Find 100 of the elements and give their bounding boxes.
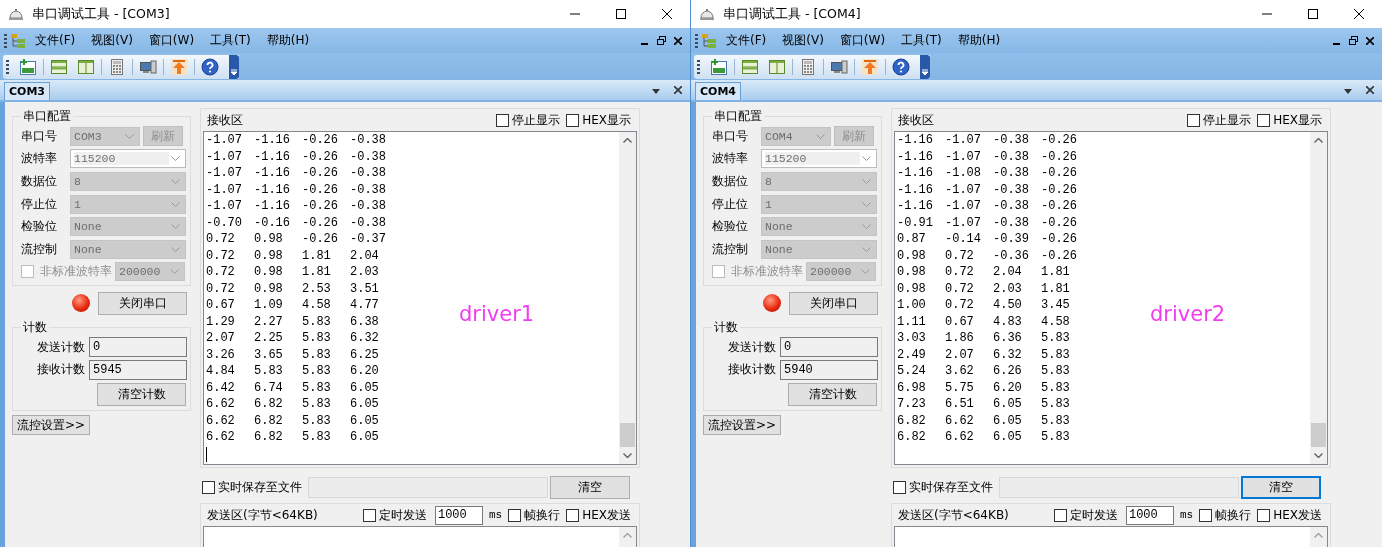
checkbox-label[interactable]: 停止显示 — [1203, 111, 1252, 129]
checkbox-label[interactable]: 停止显示 — [512, 111, 561, 129]
menu-item[interactable]: 窗口(W) — [833, 32, 892, 49]
window-title: 串口调试工具 - [COM3] — [32, 5, 170, 23]
checkbox-label[interactable]: 实时保存至文件 — [218, 478, 302, 496]
clear-count-button[interactable]: 清空计数 — [97, 382, 186, 406]
close-icon[interactable] — [674, 36, 682, 45]
menu-item[interactable]: 视图(V) — [85, 32, 139, 49]
group-title: 计数 — [713, 319, 739, 337]
field-label: 数据位 — [21, 173, 58, 190]
checkbox[interactable] — [1187, 113, 1201, 127]
clear-button[interactable]: 清空 — [550, 475, 630, 499]
clear-button[interactable]: 清空 — [1241, 475, 1321, 499]
scroll-up-icon[interactable] — [623, 138, 632, 143]
dropdown[interactable]: 115200 — [70, 149, 186, 169]
data-line: -1.16 -1.07 -0.38 -0.26 — [897, 132, 1077, 149]
checkbox-label[interactable]: HEX显示 — [1273, 111, 1322, 129]
data-line: 0.87 -0.14 -0.39 -0.26 — [897, 231, 1077, 248]
scroll-thumb[interactable] — [1311, 423, 1326, 447]
scroll-up-icon[interactable] — [1314, 138, 1323, 143]
tab[interactable]: COM4 — [695, 82, 742, 100]
group-title: 串口配置 — [713, 108, 763, 125]
scrollbar[interactable] — [1310, 132, 1327, 464]
unit-label: ms — [1179, 509, 1194, 521]
close-port-button[interactable]: 关闭串口 — [789, 291, 878, 315]
checkbox-label[interactable]: HEX发送 — [582, 506, 631, 524]
scrollbar[interactable] — [619, 132, 636, 464]
checkbox[interactable] — [893, 480, 906, 494]
checkbox-label[interactable]: HEX发送 — [1273, 506, 1322, 524]
data-line: 2.07 2.25 5.83 6.32 — [206, 330, 379, 347]
interval-field[interactable]: 1000 — [434, 505, 483, 525]
unit-label: ms — [488, 509, 503, 521]
restore-icon[interactable] — [1349, 36, 1358, 45]
scroll-down-icon[interactable] — [623, 453, 632, 458]
restore-icon[interactable] — [657, 36, 666, 45]
data-line: 6.82 6.62 6.05 5.83 — [897, 412, 1070, 429]
help-icon[interactable] — [889, 57, 913, 76]
checkbox[interactable] — [1257, 113, 1271, 127]
clear-count-button[interactable]: 清空计数 — [788, 382, 877, 406]
chevron-down-icon — [862, 224, 871, 230]
data-line: 0.98 0.72 2.04 1.81 — [897, 264, 1070, 281]
menu-item[interactable]: 工具(T) — [895, 32, 948, 49]
chevron-down-icon — [862, 156, 871, 162]
checkbox-label[interactable]: 帧换行 — [1215, 506, 1252, 524]
help-icon[interactable] — [198, 57, 222, 76]
scroll-thumb[interactable] — [620, 423, 635, 447]
menu-item[interactable]: 视图(V) — [776, 32, 830, 49]
menu-item[interactable]: 窗口(W) — [142, 32, 201, 49]
data-line: 3.26 3.65 5.83 6.25 — [206, 346, 379, 363]
data-line: -1.07 -1.16 -0.26 -0.38 — [206, 132, 386, 149]
checkbox-label[interactable]: 定时发送 — [1069, 506, 1118, 524]
menu-item[interactable]: 文件(F) — [720, 32, 773, 49]
close-icon[interactable] — [1366, 36, 1374, 45]
checkbox[interactable] — [496, 113, 510, 127]
dropdown-arrow-icon[interactable] — [652, 89, 660, 94]
overflow-icon[interactable] — [920, 54, 930, 79]
checkbox-label[interactable]: HEX显示 — [582, 111, 631, 129]
data-line: 6.42 6.74 5.83 6.05 — [206, 379, 379, 396]
checkbox[interactable] — [566, 113, 580, 127]
checkbox[interactable] — [566, 508, 580, 522]
checkbox[interactable] — [362, 508, 376, 522]
checkbox-label[interactable]: 定时发送 — [378, 506, 427, 524]
annotation-text: driver1 — [459, 302, 535, 326]
checkbox[interactable] — [1199, 508, 1213, 522]
checkbox[interactable] — [508, 508, 522, 522]
data-line: -0.70 -0.16 -0.26 -0.38 — [206, 214, 386, 231]
menu-item[interactable]: 帮助(H) — [951, 32, 1007, 49]
send-text-area[interactable] — [894, 526, 1328, 547]
checkbox[interactable] — [1257, 508, 1271, 522]
close-icon[interactable] — [674, 86, 682, 94]
tab[interactable]: COM3 — [4, 82, 51, 100]
overflow-icon[interactable] — [229, 54, 239, 79]
input-field[interactable]: 0 — [89, 337, 187, 358]
checkbox[interactable] — [1053, 508, 1067, 522]
field-label: 接收计数 — [727, 361, 776, 379]
interval-field[interactable]: 1000 — [1125, 505, 1174, 525]
send-text-area[interactable] — [203, 526, 637, 547]
flow-settings-button[interactable]: 流控设置>> — [703, 415, 781, 436]
checkbox-label[interactable]: 帧换行 — [524, 506, 561, 524]
annotation-text: driver2 — [1150, 302, 1226, 326]
field-label: 检验位 — [21, 218, 58, 236]
menu-item[interactable]: 帮助(H) — [260, 32, 316, 49]
data-line: 6.62 6.82 5.83 6.05 — [206, 412, 379, 429]
dropdown[interactable]: 115200 — [761, 149, 877, 169]
scroll-down-icon[interactable] — [1314, 453, 1323, 458]
data-line: -1.07 -1.16 -0.26 -0.38 — [206, 181, 386, 198]
scrollbar[interactable] — [1310, 527, 1327, 547]
menu-item[interactable]: 工具(T) — [204, 32, 257, 49]
data-line: 6.62 6.82 5.83 6.05 — [206, 429, 379, 446]
checkbox[interactable] — [202, 480, 215, 494]
close-icon[interactable] — [1366, 86, 1374, 94]
input-field[interactable]: 5940 — [780, 359, 878, 380]
dropdown-arrow-icon[interactable] — [1344, 89, 1352, 94]
close-port-button[interactable]: 关闭串口 — [98, 291, 187, 315]
input-field[interactable]: 0 — [780, 337, 878, 358]
checkbox-label[interactable]: 实时保存至文件 — [909, 478, 993, 496]
flow-settings-button[interactable]: 流控设置>> — [12, 415, 90, 436]
input-field[interactable]: 5945 — [89, 359, 187, 380]
scrollbar[interactable] — [619, 527, 636, 547]
menu-item[interactable]: 文件(F) — [29, 32, 82, 49]
